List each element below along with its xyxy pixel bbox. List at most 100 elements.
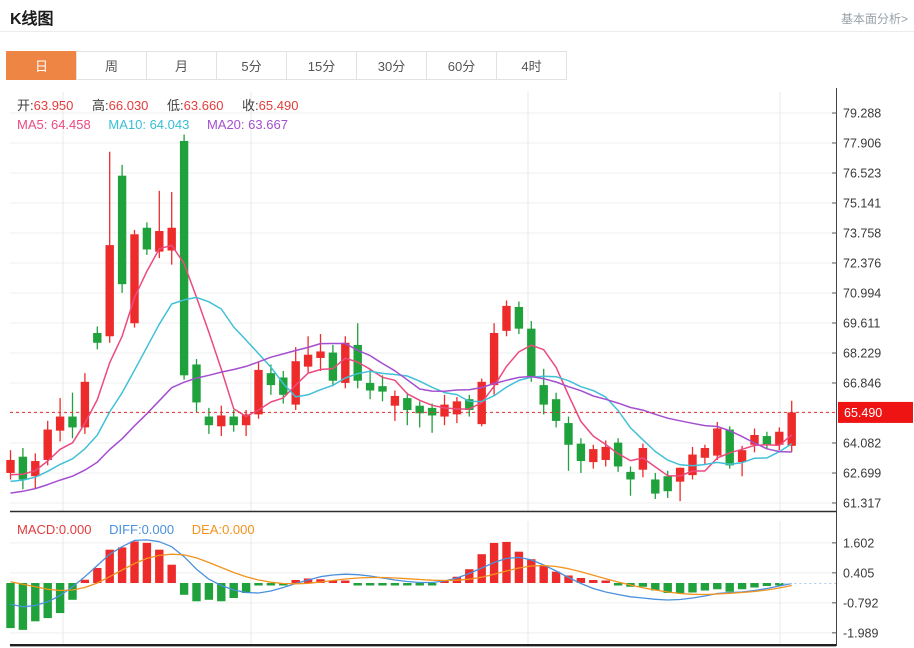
macd-bar (602, 580, 610, 583)
candle-body (205, 417, 213, 426)
macd-bar (391, 583, 399, 586)
price-axis-label: 66.846 (843, 377, 881, 391)
macd-bar (205, 583, 213, 600)
tab-30min[interactable]: 30分 (356, 51, 427, 80)
candle-body (267, 373, 275, 385)
macd-bar (81, 580, 89, 583)
macd-bar (763, 583, 771, 586)
close-readout: 收:65.490 (242, 98, 298, 113)
macd-bar (750, 583, 758, 588)
candle-body (589, 449, 597, 462)
macd-bar (180, 583, 188, 595)
macd-bar (428, 583, 436, 586)
candle-body (81, 382, 89, 428)
macd-axis-label: -0.792 (843, 596, 878, 610)
macd-bar (143, 543, 151, 583)
candle-body (701, 448, 709, 458)
dea-value: DEA:0.000 (192, 522, 255, 537)
candle-body (230, 417, 238, 426)
macd-bar (688, 583, 696, 593)
tab-month[interactable]: 月 (146, 51, 217, 80)
price-axis-label: 72.376 (843, 256, 881, 270)
price-axis-label: 75.141 (843, 196, 881, 210)
tab-60min[interactable]: 60分 (426, 51, 497, 80)
candle-body (403, 398, 411, 410)
price-axis-label: 62.699 (843, 466, 881, 480)
high-readout: 高:66.030 (92, 98, 148, 113)
macd-bar (341, 581, 349, 584)
candle-body (366, 383, 374, 391)
price-axis-label: 73.758 (843, 227, 881, 241)
candle-body (118, 176, 126, 285)
candle-body (664, 476, 672, 491)
candle-body (564, 423, 572, 445)
macd-bar (118, 547, 126, 583)
macd-bar (31, 583, 39, 621)
ma20-line (11, 344, 792, 494)
candle-body (44, 430, 52, 460)
macd-bar (267, 583, 275, 586)
macd-bar (676, 583, 684, 594)
macd-bar (713, 583, 721, 589)
diff-value: DIFF:0.000 (109, 522, 174, 537)
macd-bar (403, 583, 411, 586)
tab-week[interactable]: 周 (76, 51, 147, 80)
macd-axis-label: 1.602 (843, 536, 874, 550)
candle-body (577, 444, 585, 461)
macd-bar (639, 583, 647, 587)
candle-body (440, 405, 448, 417)
candle-body (217, 415, 225, 426)
macd-bar (738, 583, 746, 589)
price-axis-label: 69.611 (843, 316, 880, 330)
period-tab-bar: 日周月5分15分30分60分4时 (6, 51, 567, 80)
ma5-line (11, 245, 792, 476)
macd-bar (527, 559, 535, 583)
tab-5min[interactable]: 5分 (216, 51, 287, 80)
price-axis-label: 70.994 (843, 286, 881, 300)
macd-bar (502, 542, 510, 583)
tab-15min[interactable]: 15分 (286, 51, 357, 80)
candle-body (106, 245, 114, 336)
dea-line (11, 554, 792, 594)
price-axis-label: 77.906 (843, 136, 881, 150)
candle-body (490, 333, 498, 385)
candle-body (378, 386, 386, 391)
candle-body (763, 436, 771, 445)
candle-body (93, 333, 101, 343)
ma20-readout: MA20: 63.667 (207, 117, 288, 132)
macd-axis-label: 0.405 (843, 566, 874, 580)
candle-body (515, 307, 523, 329)
candle-body (788, 412, 796, 445)
macd-bar (354, 583, 362, 586)
candle-body (651, 479, 659, 493)
candle-body (540, 385, 548, 405)
candle-body (502, 306, 510, 331)
candle-body (713, 428, 721, 455)
open-readout: 开:63.950 (17, 98, 73, 113)
candle-body (56, 417, 64, 431)
candle-body (428, 408, 436, 416)
ma10-line (11, 297, 792, 481)
low-readout: 低:63.660 (167, 98, 223, 113)
ohlc-readout: 开:63.950 高:66.030 低:63.660 收:65.490 (17, 95, 313, 114)
ma5-readout: MA5: 64.458 (17, 117, 91, 132)
candle-body (143, 228, 151, 250)
macd-bar (93, 568, 101, 583)
macd-bar (168, 565, 176, 583)
macd-bar (56, 583, 64, 613)
candle-body (316, 351, 324, 358)
price-axis-label: 76.523 (843, 167, 881, 181)
ma10-readout: MA10: 64.043 (108, 117, 189, 132)
macd-axis-label: -1.989 (843, 626, 878, 640)
tab-day[interactable]: 日 (6, 51, 77, 80)
macd-bar (701, 583, 709, 591)
candle-body (726, 430, 734, 466)
macd-bar (465, 569, 473, 583)
current-price-badge-label: 65.490 (844, 406, 882, 420)
candle-body (552, 399, 560, 421)
macd-bar (726, 583, 734, 592)
macd-bar (68, 583, 76, 600)
tab-4hour[interactable]: 4时 (496, 51, 567, 80)
macd-value: MACD:0.000 (17, 522, 91, 537)
candle-body (391, 396, 399, 406)
